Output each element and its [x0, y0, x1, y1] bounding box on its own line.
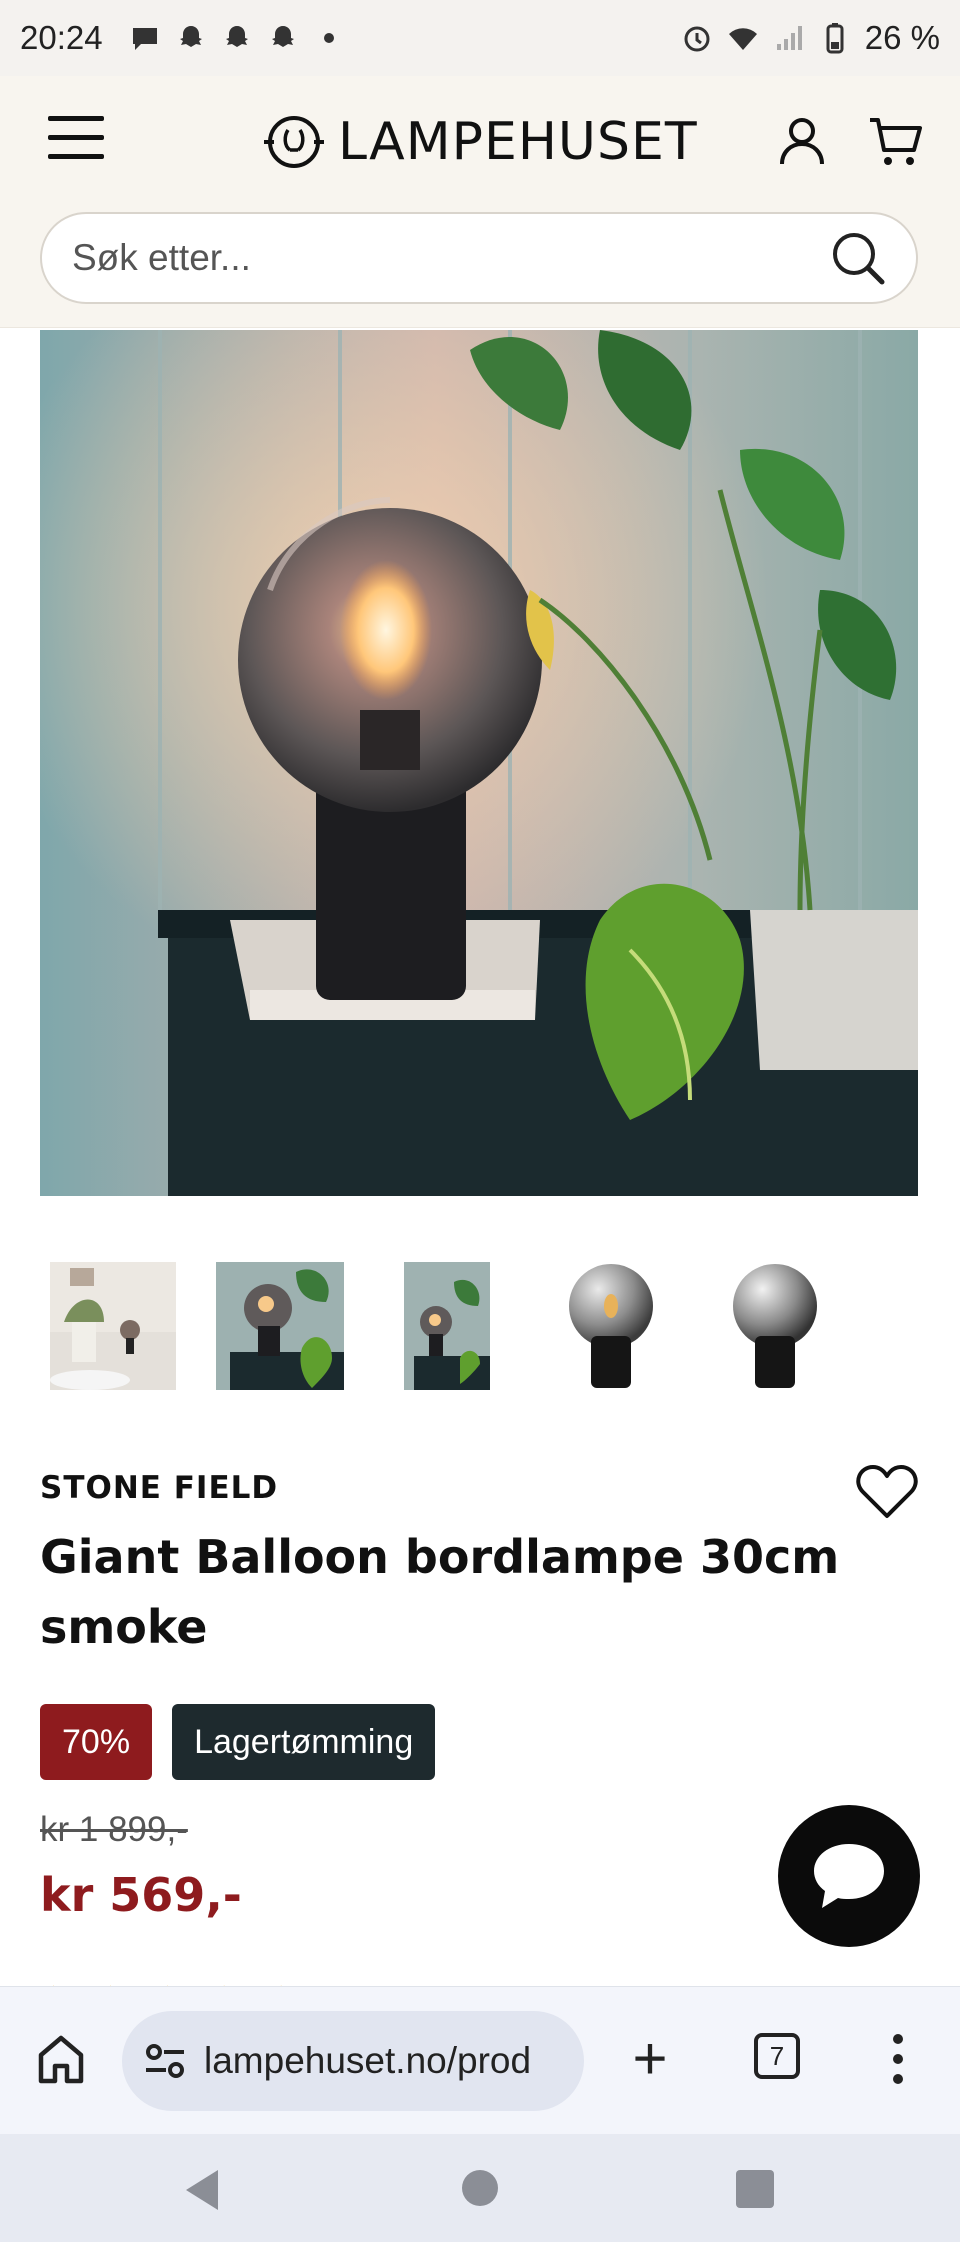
thumbnail-image — [50, 1262, 176, 1390]
thumbnail-image — [728, 1262, 822, 1390]
home-icon[interactable] — [36, 2033, 86, 2085]
snapchat-icon — [225, 26, 248, 47]
logo-text: LAMPEHUSET — [338, 112, 698, 172]
status-time: 20:24 — [20, 19, 103, 56]
search-input[interactable]: Søk etter... — [72, 237, 830, 279]
thumbnail-strip — [50, 1262, 910, 1392]
account-icon[interactable] — [778, 116, 826, 166]
thumbnail[interactable] — [728, 1262, 822, 1390]
chat-button[interactable] — [778, 1805, 920, 1947]
dot-icon — [323, 33, 334, 43]
status-bar: 20:24 26 % — [0, 0, 960, 76]
thumbnail[interactable] — [404, 1262, 490, 1390]
menu-icon[interactable] — [48, 116, 104, 164]
badge-row: 70% Lagertømming — [40, 1704, 436, 1780]
back-icon[interactable] — [182, 2168, 222, 2212]
battery-percent: 26 % — [864, 19, 940, 56]
chat-bubble-icon — [814, 1844, 884, 1908]
site-header: LAMPEHUSET Søk etter... — [0, 76, 960, 328]
logo[interactable]: LAMPEHUSET — [262, 112, 698, 172]
wifi-icon — [728, 28, 757, 50]
notification-icons — [129, 22, 345, 54]
snapchat-icon — [271, 26, 294, 47]
logo-bulb-icon — [264, 116, 324, 168]
product-brand[interactable]: STONE FIELD — [40, 1470, 278, 1506]
signal-icon — [776, 26, 802, 50]
chat-icon — [132, 28, 157, 50]
search-bar[interactable]: Søk etter... — [40, 212, 918, 304]
product-title: Giant Balloon bordlampe 30cm smoke — [40, 1530, 840, 1654]
thumbnail-image — [404, 1262, 490, 1390]
recent-apps-icon[interactable] — [736, 2170, 774, 2208]
original-price: kr 1 899,- — [40, 1810, 188, 1849]
discount-badge: 70% — [40, 1704, 153, 1780]
sale-price: kr 569,- — [40, 1868, 242, 1922]
snapchat-icon — [179, 26, 202, 47]
cart-icon[interactable] — [868, 116, 924, 168]
browser-toolbar: lampehuset.no/prod + 7 — [0, 1986, 960, 2134]
thumbnail[interactable] — [216, 1262, 344, 1390]
system-nav-bar — [0, 2134, 960, 2242]
product-photo — [40, 330, 918, 1196]
more-menu-icon[interactable] — [888, 2029, 908, 2089]
address-bar[interactable]: lampehuset.no/prod — [122, 2011, 584, 2111]
clearance-badge: Lagertømming — [172, 1704, 436, 1780]
site-settings-icon[interactable] — [144, 2040, 186, 2082]
alarm-icon — [684, 26, 710, 52]
thumbnail-image — [562, 1262, 660, 1390]
thumbnail[interactable] — [50, 1262, 176, 1390]
tab-count-button[interactable]: 7 — [754, 2033, 800, 2079]
nav-home-icon[interactable] — [462, 2170, 498, 2206]
new-tab-icon[interactable]: + — [628, 2029, 672, 2089]
rating-stars[interactable]: ★★★★★ — [40, 1968, 324, 1986]
system-icons: 26 % — [681, 19, 940, 57]
product-image[interactable] — [40, 330, 918, 1196]
thumbnail-image — [216, 1262, 344, 1390]
url-text[interactable]: lampehuset.no/prod — [204, 2040, 531, 2082]
battery-icon — [826, 23, 844, 54]
thumbnail[interactable] — [562, 1262, 660, 1390]
wishlist-heart-icon[interactable] — [856, 1464, 918, 1520]
search-icon[interactable] — [830, 230, 886, 286]
